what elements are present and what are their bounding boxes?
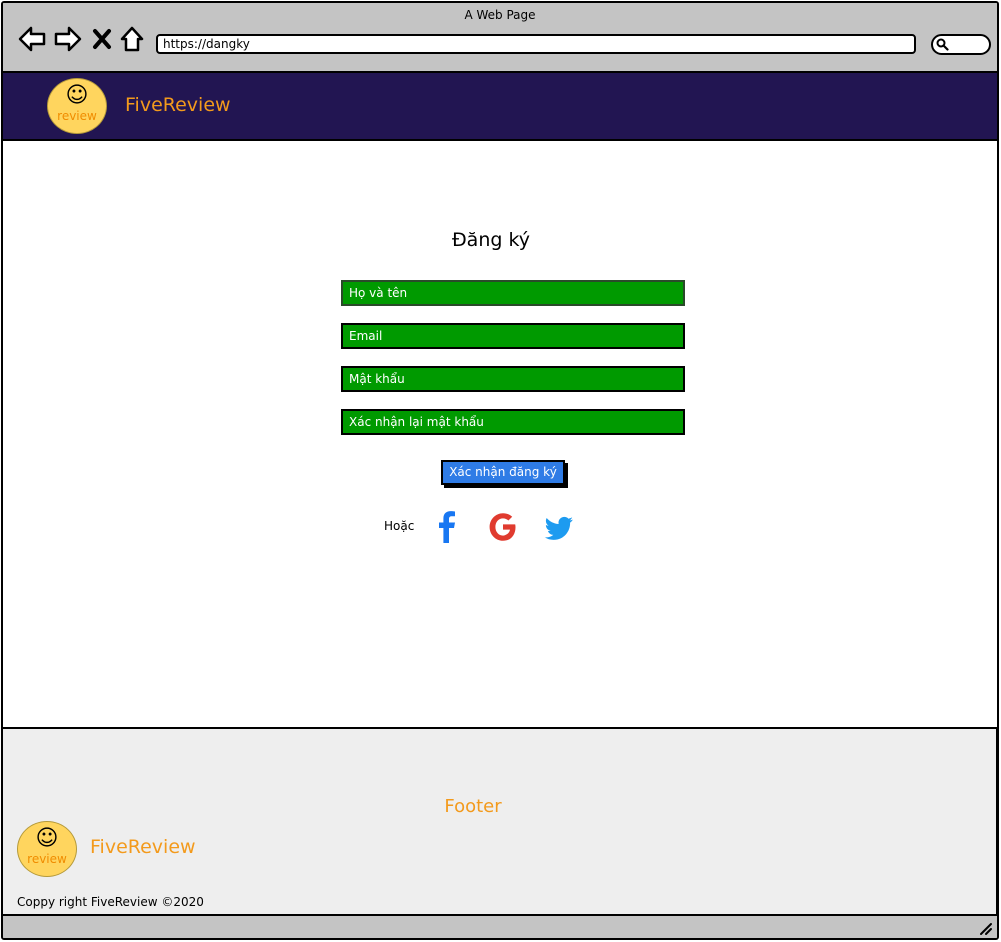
- search-icon: [936, 38, 949, 51]
- header-logo[interactable]: ☺ review: [47, 78, 107, 134]
- browser-status-bar: [3, 914, 997, 938]
- email-field[interactable]: [341, 323, 685, 349]
- page-title: Đăng ký: [451, 229, 531, 251]
- fullname-field[interactable]: [341, 280, 685, 306]
- confirm-password-field[interactable]: [341, 409, 685, 435]
- url-bar[interactable]: https://dangky: [156, 34, 916, 54]
- back-icon[interactable]: [17, 25, 47, 53]
- home-icon[interactable]: [119, 25, 145, 53]
- footer-title: Footer: [444, 796, 502, 817]
- facebook-icon[interactable]: [431, 510, 463, 544]
- password-field[interactable]: [341, 366, 685, 392]
- copyright-text: Coppy right FiveReview ©2020: [17, 895, 204, 909]
- twitter-icon[interactable]: [543, 510, 575, 544]
- browser-chrome: A Web Page https://dangky: [3, 3, 997, 73]
- or-label: Hoặc: [384, 519, 415, 533]
- window-title: A Web Page: [464, 8, 536, 22]
- site-header: ☺ review FiveReview: [3, 73, 997, 141]
- forward-icon[interactable]: [53, 25, 83, 53]
- header-brand[interactable]: FiveReview: [125, 94, 231, 116]
- footer-logo[interactable]: ☺ review: [17, 821, 77, 877]
- logo-text: review: [57, 109, 97, 123]
- browser-search-box[interactable]: [931, 34, 991, 55]
- site-footer: Footer ☺ review FiveReview Coppy right F…: [3, 727, 997, 917]
- footer-brand[interactable]: FiveReview: [90, 836, 196, 858]
- google-icon[interactable]: [487, 510, 519, 544]
- submit-register-button[interactable]: Xác nhận đăng ký: [441, 460, 565, 485]
- close-icon[interactable]: [91, 25, 113, 53]
- logo-text: review: [27, 852, 67, 866]
- resize-grip-icon[interactable]: [977, 920, 993, 936]
- smiley-icon: ☺: [35, 826, 59, 851]
- smiley-icon: ☺: [65, 83, 89, 108]
- browser-window: A Web Page https://dangky ☺ review FiveR…: [1, 1, 999, 940]
